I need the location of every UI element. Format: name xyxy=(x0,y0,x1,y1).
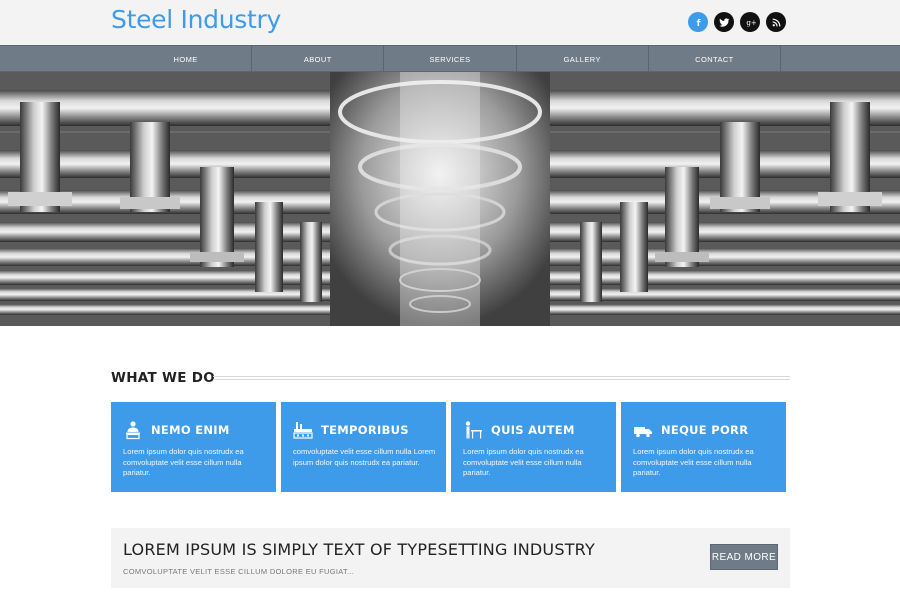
banner-subtitle: COMVOLUPTATE VELIT ESSE CILLUM DOLORE EU… xyxy=(123,567,355,576)
section-title: WHAT WE DO xyxy=(111,370,215,386)
rss-icon[interactable] xyxy=(766,12,786,32)
facebook-icon[interactable]: f xyxy=(688,12,708,32)
social-links: f g+ xyxy=(688,12,786,32)
card-text: Lorem ipsum dolor quis nostrudx ea comvo… xyxy=(633,447,754,477)
card-title: NEQUE PORR xyxy=(661,423,749,437)
card-title: TEMPORIBUS xyxy=(321,423,409,437)
worker-icon xyxy=(123,420,143,440)
read-more-button[interactable]: READ MORE xyxy=(710,544,778,570)
google-plus-icon[interactable]: g+ xyxy=(740,12,760,32)
factory-icon xyxy=(293,420,313,440)
banner-title: LOREM IPSUM IS SIMPLY TEXT OF TYPESETTIN… xyxy=(123,540,595,559)
service-cards: NEMO ENIM Lorem ipsum dolor quis nostrud… xyxy=(111,402,786,492)
promo-banner: LOREM IPSUM IS SIMPLY TEXT OF TYPESETTIN… xyxy=(111,528,790,588)
twitter-icon[interactable] xyxy=(714,12,734,32)
nav-item-home[interactable]: HOME xyxy=(120,46,253,72)
svg-text:f: f xyxy=(696,19,700,28)
service-card[interactable]: NEMO ENIM Lorem ipsum dolor quis nostrud… xyxy=(111,402,276,492)
card-title: QUIS AUTEM xyxy=(491,423,575,437)
card-text: Lorem ipsum dolor quis nostrudx ea comvo… xyxy=(123,447,244,477)
nav-item-services[interactable]: SERVICES xyxy=(384,46,517,72)
nav-item-contact[interactable]: CONTACT xyxy=(649,46,782,72)
card-text: comvoluptate velit esse cillum nulla Lor… xyxy=(293,447,436,467)
service-card[interactable]: QUIS AUTEM Lorem ipsum dolor quis nostru… xyxy=(451,402,616,492)
service-card[interactable]: TEMPORIBUS comvoluptate velit esse cillu… xyxy=(281,402,446,492)
site-logo[interactable]: Steel Industry xyxy=(111,5,281,34)
nav-item-about[interactable]: ABOUT xyxy=(252,46,385,72)
main-nav: HOME ABOUT SERVICES GALLERY CONTACT xyxy=(0,45,900,72)
service-card[interactable]: NEQUE PORR Lorem ipsum dolor quis nostru… xyxy=(621,402,786,492)
truck-icon xyxy=(633,420,653,440)
card-title: NEMO ENIM xyxy=(151,423,230,437)
what-we-do-header: WHAT WE DO xyxy=(111,370,790,388)
section-divider xyxy=(213,376,790,380)
nav-item-gallery[interactable]: GALLERY xyxy=(517,46,649,72)
svg-text:g+: g+ xyxy=(746,18,756,27)
engineer-desk-icon xyxy=(463,420,483,440)
hero-image xyxy=(0,72,900,326)
card-text: Lorem ipsum dolor quis nostrudx ea comvo… xyxy=(463,447,584,477)
site-header: Steel Industry f g+ xyxy=(0,0,900,45)
